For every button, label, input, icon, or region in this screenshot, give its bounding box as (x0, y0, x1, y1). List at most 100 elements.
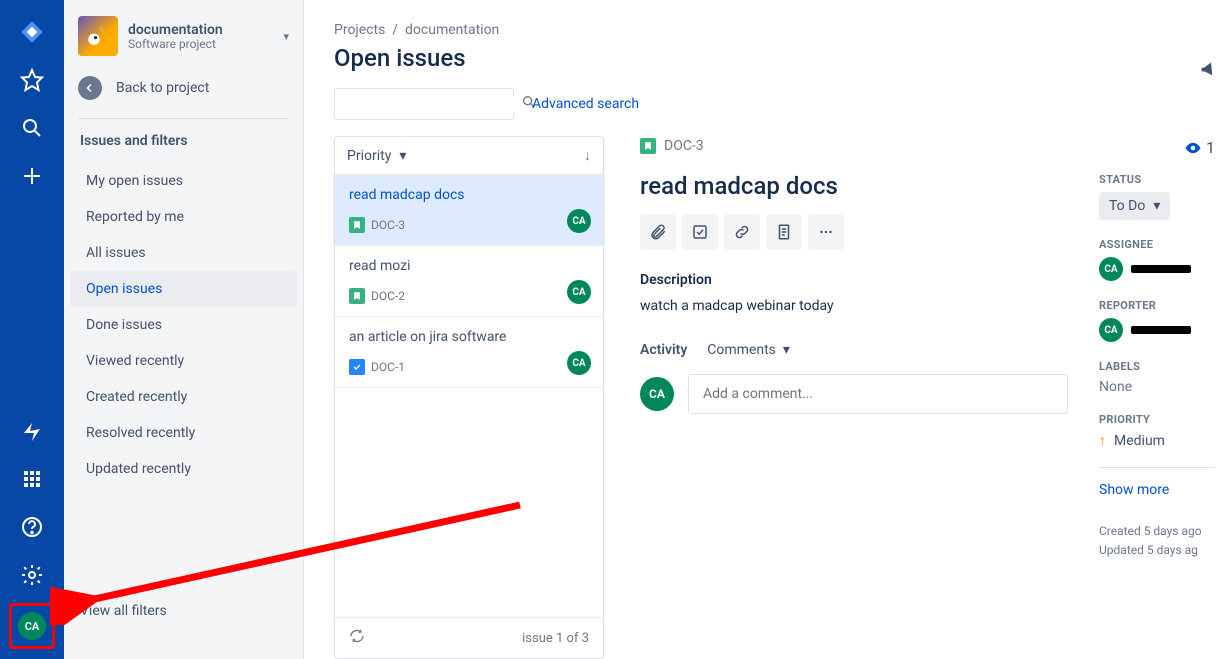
issue-key: DOC-1 (371, 360, 405, 374)
project-type: Software project (128, 37, 223, 51)
priority-field[interactable]: ↑Medium (1099, 432, 1215, 449)
section-title: Issues and filters (64, 133, 303, 163)
story-type-icon (349, 217, 365, 233)
issue-list-footer: issue 1 of 3 (335, 617, 603, 658)
search-icon[interactable] (12, 108, 52, 148)
chevron-down-icon: ▾ (399, 148, 406, 164)
breadcrumb-projects[interactable]: Projects (334, 22, 385, 38)
chevron-down-icon: ▾ (1153, 198, 1160, 214)
help-icon[interactable] (12, 507, 52, 547)
profile-avatar-highlight: CA (9, 603, 55, 649)
sidebar-item-open-issues[interactable]: Open issues (70, 271, 297, 307)
priority-label: PRIORITY (1099, 413, 1215, 426)
global-nav: CA (0, 0, 64, 659)
sort-direction-icon[interactable]: ↓ (584, 147, 591, 164)
issue-card-doc-2[interactable]: read mozi DOC-2 CA (335, 246, 603, 317)
assignee-avatar: CA (567, 280, 591, 304)
description-text[interactable]: watch a madcap webinar today (640, 298, 1079, 314)
assignee-field[interactable]: CA (1099, 257, 1215, 281)
page-button[interactable] (766, 214, 802, 250)
issue-list: Priority ▾ ↓ read madcap docs DOC-3 CA r… (334, 136, 604, 659)
link-button[interactable] (724, 214, 760, 250)
sidebar-item-done-issues[interactable]: Done issues (70, 307, 297, 343)
watchers-count: 1 (1206, 138, 1215, 157)
back-to-project[interactable]: Back to project (64, 64, 303, 118)
search-input[interactable] (343, 96, 521, 112)
reporter-field[interactable]: CA (1099, 318, 1215, 342)
issue-toolbar (640, 214, 1079, 272)
add-icon[interactable] (12, 156, 52, 196)
issue-card-doc-1[interactable]: an article on jira software DOC-1 CA (335, 317, 603, 388)
priority-medium-icon: ↑ (1099, 432, 1106, 449)
activity-label: Activity (640, 342, 687, 358)
breadcrumb-project[interactable]: documentation (405, 22, 499, 38)
sidebar-item-reported-by-me[interactable]: Reported by me (70, 199, 297, 235)
settings-icon[interactable] (12, 555, 52, 595)
story-type-icon (640, 138, 656, 154)
issue-card-doc-3[interactable]: read madcap docs DOC-3 CA (335, 175, 603, 246)
assignee-label: ASSIGNEE (1099, 238, 1215, 251)
refresh-icon[interactable] (349, 628, 365, 648)
issue-side-panel: 1 STATUS To Do▾ ASSIGNEE CA REPORTER CA … (1099, 138, 1219, 659)
assignee-avatar: CA (567, 351, 591, 375)
megaphone-icon[interactable] (1198, 57, 1219, 85)
issue-detail: DOC-3 read madcap docs Description watch… (604, 136, 1219, 659)
story-type-icon (349, 288, 365, 304)
reporter-name-redacted (1131, 326, 1191, 334)
back-label: Back to project (116, 80, 209, 96)
issue-count: issue 1 of 3 (522, 631, 589, 646)
issue-key: DOC-3 (371, 218, 405, 232)
breadcrumb: Projects / documentation (304, 0, 1219, 38)
issue-key-row[interactable]: DOC-3 (640, 138, 1079, 154)
assignee-avatar: CA (567, 209, 591, 233)
issue-card-title: an article on jira software (349, 329, 589, 345)
comment-input[interactable] (688, 374, 1068, 414)
issue-key: DOC-3 (664, 138, 704, 154)
sidebar-item-created-recently[interactable]: Created recently (70, 379, 297, 415)
attach-button[interactable] (640, 214, 676, 250)
back-arrow-icon (78, 76, 102, 100)
more-button[interactable] (808, 214, 844, 250)
labels-label: LABELS (1099, 360, 1215, 373)
advanced-search-link[interactable]: Advanced search (532, 96, 639, 112)
sidebar-item-my-open-issues[interactable]: My open issues (70, 163, 297, 199)
issue-title[interactable]: read madcap docs (640, 154, 1079, 214)
subtask-button[interactable] (682, 214, 718, 250)
status-dropdown[interactable]: To Do▾ (1099, 192, 1170, 220)
issue-key: DOC-2 (371, 289, 405, 303)
jira-logo-icon[interactable] (12, 12, 52, 52)
current-user-avatar: CA (640, 377, 674, 411)
updated-meta: Updated 5 days ag (1099, 541, 1215, 560)
page-title: Open issues (304, 38, 1219, 88)
main-content: Projects / documentation Open issues Adv… (304, 0, 1219, 659)
sidebar-item-resolved-recently[interactable]: Resolved recently (70, 415, 297, 451)
divider (1099, 467, 1215, 468)
apps-icon[interactable] (12, 459, 52, 499)
description-label: Description (640, 272, 1079, 288)
divider (78, 118, 289, 119)
watchers[interactable]: 1 (1099, 138, 1215, 157)
star-icon[interactable] (12, 60, 52, 100)
project-name: documentation (128, 22, 223, 38)
created-meta: Created 5 days ago (1099, 522, 1215, 541)
status-label: STATUS (1099, 173, 1215, 186)
notification-icon[interactable] (12, 411, 52, 451)
sidebar-item-all-issues[interactable]: All issues (70, 235, 297, 271)
issue-card-title: read madcap docs (349, 187, 589, 203)
comments-tab[interactable]: Comments ▾ (707, 342, 790, 358)
issue-list-header[interactable]: Priority ▾ ↓ (335, 137, 603, 175)
reporter-label: REPORTER (1099, 299, 1215, 312)
issue-card-title: read mozi (349, 258, 589, 274)
assignee-avatar-icon: CA (1099, 257, 1123, 281)
labels-value[interactable]: None (1099, 379, 1215, 395)
project-header[interactable]: documentation Software project ▾ (64, 0, 303, 64)
profile-avatar[interactable]: CA (18, 612, 46, 640)
show-more-link[interactable]: Show more (1099, 482, 1215, 498)
chevron-down-icon[interactable]: ▾ (283, 30, 289, 43)
sidebar-item-updated-recently[interactable]: Updated recently (70, 451, 297, 487)
sidebar-item-viewed-recently[interactable]: Viewed recently (70, 343, 297, 379)
assignee-name-redacted (1131, 265, 1191, 273)
view-all-filters[interactable]: View all filters (64, 603, 303, 659)
sort-field: Priority (347, 148, 391, 164)
project-sidebar: documentation Software project ▾ Back to… (64, 0, 304, 659)
